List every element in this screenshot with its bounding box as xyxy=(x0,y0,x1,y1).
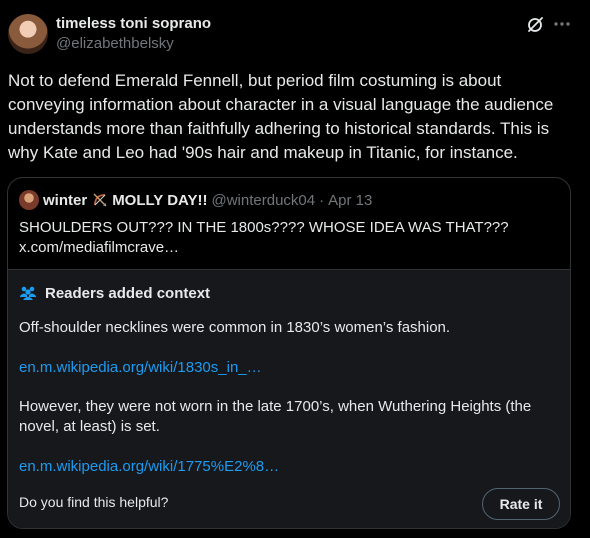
post-text: Not to defend Emerald Fennell, but perio… xyxy=(8,71,554,162)
helpful-prompt: Do you find this helpful? xyxy=(19,494,169,510)
rate-it-button[interactable]: Rate it xyxy=(482,488,560,520)
author-name[interactable]: timeless toni soprano xyxy=(56,14,211,34)
author-handle[interactable]: @elizabethbelsky xyxy=(56,34,211,54)
community-note-paragraph-2: However, they were not worn in the late … xyxy=(19,398,532,435)
community-note-paragraph-1: Off-shoulder necklines were common in 18… xyxy=(19,319,451,336)
quoted-post-text: SHOULDERS OUT??? IN THE 1800s???? WHOSE … xyxy=(19,218,559,258)
quoted-post[interactable]: winter MOLLY DAY!! @winterduck04 · Apr 1… xyxy=(7,177,571,529)
community-note-link-1[interactable]: en.m.wikipedia.org/wiki/1830s_in_… xyxy=(19,358,262,378)
more-icon[interactable] xyxy=(552,14,572,34)
quoted-author-name-suffix: MOLLY DAY!! xyxy=(112,191,208,209)
quoted-separator: · xyxy=(319,191,325,209)
quoted-author-name: winter xyxy=(43,191,88,209)
author-avatar[interactable] xyxy=(8,14,48,54)
quoted-post-header: winter MOLLY DAY!! @winterduck04 · Apr 1… xyxy=(19,190,372,210)
quoted-date: Apr 13 xyxy=(328,191,373,209)
post: timeless toni soprano @elizabethbelsky N… xyxy=(0,0,590,538)
quoted-post-link[interactable]: x.com/mediafilmcrave… xyxy=(19,238,559,258)
community-note-header: Readers added context xyxy=(19,284,210,302)
quoted-author-handle: @winterduck04 xyxy=(211,191,316,209)
author-block: timeless toni soprano @elizabethbelsky xyxy=(56,14,211,54)
quoted-author-avatar xyxy=(19,190,39,210)
people-icon xyxy=(20,286,36,300)
grok-icon[interactable] xyxy=(526,16,544,34)
community-note-link-2[interactable]: en.m.wikipedia.org/wiki/1775%E2%8… xyxy=(19,457,279,477)
community-note: Readers added context Off-shoulder neckl… xyxy=(8,269,570,528)
community-note-title: Readers added context xyxy=(45,284,211,302)
quoted-post-body: SHOULDERS OUT??? IN THE 1800s???? WHOSE … xyxy=(19,219,509,236)
bow-and-arrow-icon xyxy=(93,193,107,207)
